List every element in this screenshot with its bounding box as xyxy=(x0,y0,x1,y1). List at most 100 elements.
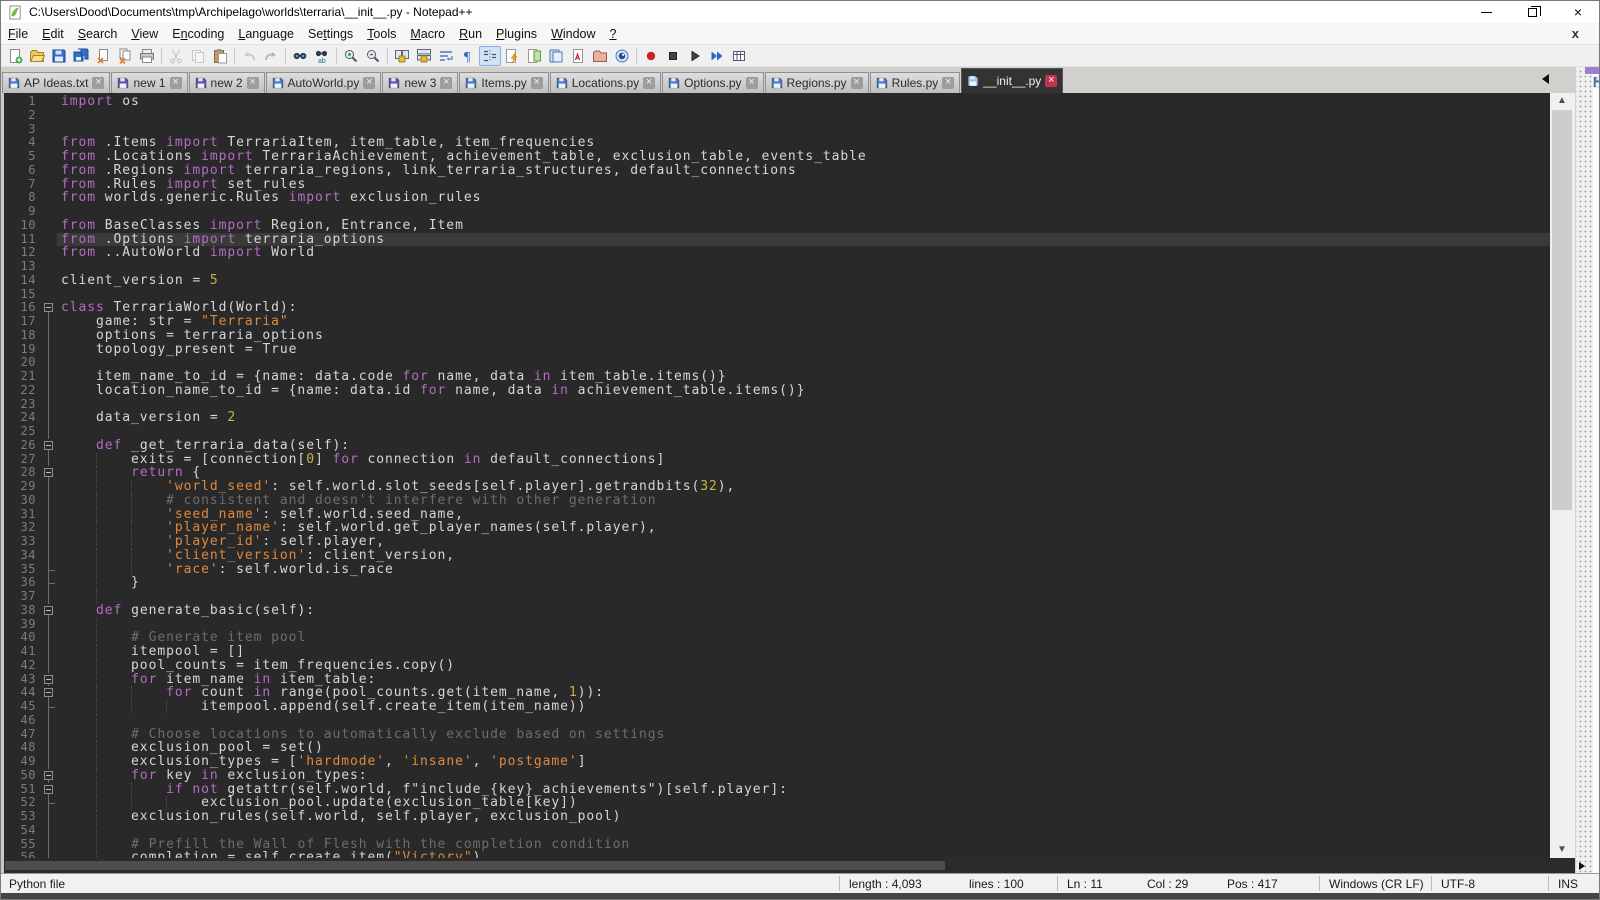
menu-language[interactable]: Language xyxy=(231,23,301,45)
fold-marker[interactable] xyxy=(41,686,57,700)
tab-close-icon[interactable]: × xyxy=(851,77,863,89)
macro-save-button[interactable] xyxy=(728,46,750,66)
tab-close-icon[interactable]: × xyxy=(746,77,758,89)
tab-ap-ideas-txt[interactable]: AP Ideas.txt× xyxy=(2,72,110,93)
menu-search[interactable]: Search xyxy=(71,23,125,45)
tab-close-icon[interactable]: × xyxy=(363,77,375,89)
line-number: 16 xyxy=(1,301,41,315)
preview-button[interactable] xyxy=(611,46,633,66)
close-all-button[interactable] xyxy=(114,46,136,66)
toolbar: ab ¶ xyxy=(1,45,1600,67)
print-button[interactable] xyxy=(136,46,158,66)
menu-file[interactable]: File xyxy=(1,23,35,45)
tab-label: __init__.py xyxy=(983,74,1041,88)
horizontal-scrollbar-thumb[interactable] xyxy=(5,861,945,870)
status-pos: Pos : 417 xyxy=(1227,877,1278,891)
macro-record-button[interactable] xyxy=(640,46,662,66)
fold-margin xyxy=(41,274,57,288)
tab-close-icon[interactable]: × xyxy=(643,77,655,89)
tab-close-icon[interactable]: × xyxy=(440,77,452,89)
file-icon xyxy=(465,77,477,89)
menu-help[interactable]: ? xyxy=(603,23,624,45)
menu-encoding[interactable]: Encoding xyxy=(165,23,231,45)
fold-marker[interactable] xyxy=(41,301,57,315)
menubar-close-icon[interactable]: x xyxy=(1572,23,1579,45)
tab-close-icon[interactable]: × xyxy=(247,77,259,89)
folder-workspace-button[interactable] xyxy=(589,46,611,66)
macro-run-multiple-button[interactable] xyxy=(706,46,728,66)
tab-options-py[interactable]: Options.py× xyxy=(662,72,763,93)
code-line: 35 'race': self.world.is_race xyxy=(1,563,1550,577)
new-file-button[interactable] xyxy=(4,46,26,66)
minimize-button[interactable] xyxy=(1463,1,1509,23)
horizontal-scrollbar[interactable] xyxy=(1,858,1575,873)
find-button[interactable] xyxy=(289,46,311,66)
replace-button[interactable]: ab xyxy=(311,46,333,66)
code-text: # Prefill the Wall of Flesh with the com… xyxy=(57,838,1550,852)
menu-macro[interactable]: Macro xyxy=(403,23,452,45)
code-line: 46 xyxy=(1,714,1550,728)
macro-stop-button[interactable] xyxy=(662,46,684,66)
line-number: 26 xyxy=(1,439,41,453)
sync-horizontal-button[interactable] xyxy=(413,46,435,66)
menu-view[interactable]: View xyxy=(124,23,165,45)
doc-map-button[interactable] xyxy=(523,46,545,66)
indent-guide-button[interactable] xyxy=(479,46,501,66)
close-button[interactable]: × xyxy=(1555,1,1600,23)
tab-close-icon[interactable]: × xyxy=(942,77,954,89)
fold-marker[interactable] xyxy=(41,604,57,618)
sync-vertical-button[interactable] xyxy=(391,46,413,66)
file-monitor-button[interactable] xyxy=(567,46,589,66)
tab-close-icon[interactable]: × xyxy=(170,77,182,89)
menu-run[interactable]: Run xyxy=(452,23,489,45)
zoom-in-button[interactable] xyxy=(340,46,362,66)
code-text: item_name_to_id = {name: data.code for n… xyxy=(57,370,1550,384)
line-number: 28 xyxy=(1,466,41,480)
menu-tools[interactable]: Tools xyxy=(360,23,403,45)
fold-margin xyxy=(41,549,57,563)
tab-locations-py[interactable]: Locations.py× xyxy=(550,72,661,93)
maximize-button[interactable] xyxy=(1509,1,1555,23)
show-all-chars-icon: ¶ xyxy=(460,48,476,64)
tab-close-icon[interactable]: × xyxy=(531,77,543,89)
tab-items-py[interactable]: Items.py× xyxy=(459,72,548,93)
menu-window[interactable]: Window xyxy=(544,23,602,45)
fold-marker[interactable] xyxy=(41,439,57,453)
menu-settings[interactable]: Settings xyxy=(301,23,360,45)
show-all-chars-button[interactable]: ¶ xyxy=(457,46,479,66)
doc-list-button[interactable] xyxy=(545,46,567,66)
scroll-down-icon[interactable]: ▼ xyxy=(1550,842,1574,858)
paste-button[interactable] xyxy=(209,46,231,66)
fold-marker[interactable] xyxy=(41,466,57,480)
vertical-scrollbar-thumb[interactable] xyxy=(1552,110,1572,510)
vertical-scrollbar[interactable]: ▲ ▼ xyxy=(1550,93,1574,858)
zoom-out-button[interactable] xyxy=(362,46,384,66)
panel-splitter[interactable] xyxy=(1575,67,1593,873)
tab-new-3[interactable]: new 3× xyxy=(382,72,458,93)
save-button[interactable] xyxy=(48,46,70,66)
line-number: 25 xyxy=(1,425,41,439)
tab-close-icon[interactable]: × xyxy=(92,77,104,89)
tab-regions-py[interactable]: Regions.py× xyxy=(765,72,869,93)
save-all-button[interactable] xyxy=(70,46,92,66)
code-editor[interactable]: 1import os234from .Items import Terraria… xyxy=(1,93,1550,858)
tab-close-icon[interactable]: × xyxy=(1045,75,1057,87)
tab-new-1[interactable]: new 1× xyxy=(111,72,187,93)
scroll-up-icon[interactable]: ▲ xyxy=(1550,93,1574,109)
tab-scroll-left-icon[interactable] xyxy=(1542,74,1549,84)
open-button[interactable] xyxy=(26,46,48,66)
fold-marker[interactable] xyxy=(41,769,57,783)
macro-play-button[interactable] xyxy=(684,46,706,66)
tab-new-2[interactable]: new 2× xyxy=(189,72,265,93)
menu-edit[interactable]: Edit xyxy=(35,23,71,45)
tab-__init__-py[interactable]: __init__.py × xyxy=(961,68,1063,93)
function-list-button[interactable] xyxy=(501,46,523,66)
tab-rules-py[interactable]: Rules.py× xyxy=(870,72,961,93)
tab-autoworld-py[interactable]: AutoWorld.py× xyxy=(266,72,382,93)
fold-marker[interactable] xyxy=(41,673,57,687)
menu-plugins[interactable]: Plugins xyxy=(489,23,544,45)
word-wrap-button[interactable] xyxy=(435,46,457,66)
fold-marker[interactable] xyxy=(41,783,57,797)
close-button[interactable] xyxy=(92,46,114,66)
scroll-right-icon[interactable] xyxy=(1579,862,1585,870)
